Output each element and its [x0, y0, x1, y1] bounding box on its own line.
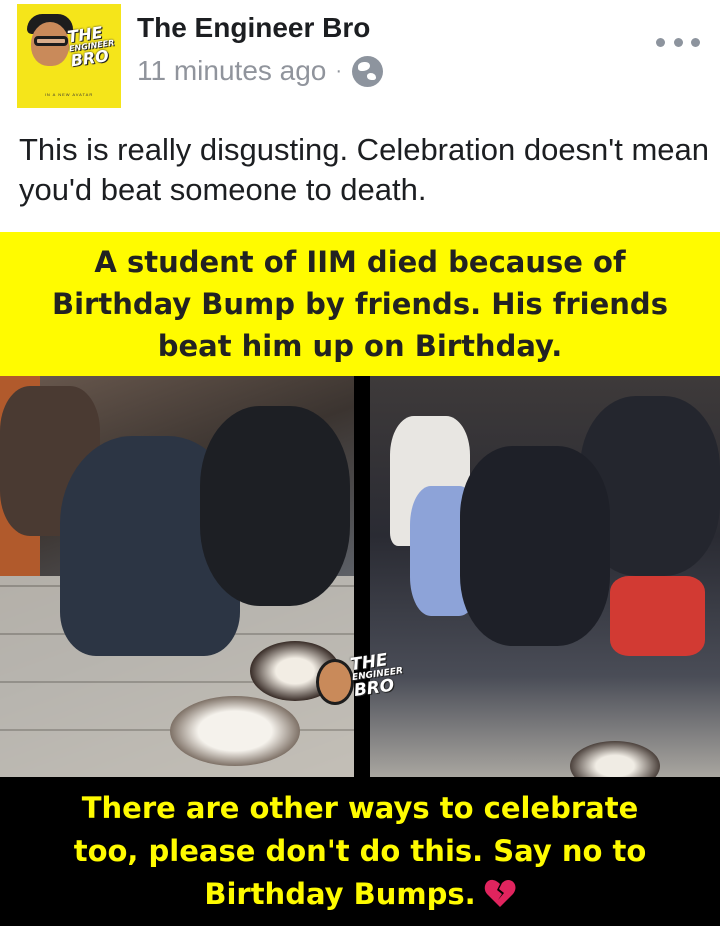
more-options-icon [673, 37, 683, 47]
image-top-caption: A student of IIM died because of Birthda… [52, 245, 668, 363]
image-top-caption-banner: A student of IIM died because of Birthda… [0, 232, 720, 376]
post-text: This is really disgusting. Celebration d… [19, 132, 709, 207]
post-header: THE ENGINEER BRO IN A NEW AVATAR The Eng… [0, 0, 720, 118]
watermark-text: THE ENGINEER BRO [349, 649, 414, 701]
post-timestamp[interactable]: 11 minutes ago [137, 55, 326, 87]
image-bottom-caption-wrapper: There are other ways to celebrate too, p… [74, 787, 647, 916]
meta-separator: · [335, 59, 343, 82]
photo-right-panel [370, 376, 720, 777]
watermark-face [316, 659, 354, 705]
engineer-bro-watermark-logo: THE ENGINEER BRO [316, 650, 408, 719]
avatar-logo-line3: BRO [69, 46, 110, 71]
post-meta: 11 minutes ago · [137, 54, 384, 88]
cake-on-floor [570, 741, 660, 777]
post-image[interactable]: A student of IIM died because of Birthda… [0, 232, 720, 926]
broken-heart-icon [484, 879, 516, 907]
crowd-figure [200, 406, 350, 606]
page-name-link[interactable]: The Engineer Bro [137, 12, 370, 44]
image-bottom-caption: There are other ways to celebrate too, p… [73, 791, 647, 911]
page-avatar[interactable]: THE ENGINEER BRO IN A NEW AVATAR [17, 4, 121, 108]
more-options-icon [656, 37, 665, 47]
avatar-tagline: IN A NEW AVATAR [44, 92, 94, 97]
photo-left-panel [0, 376, 354, 777]
avatar-logo-text: THE ENGINEER BRO [66, 23, 121, 70]
globe-icon[interactable] [352, 55, 384, 87]
more-options-icon [691, 37, 700, 47]
person-red-shorts [610, 576, 705, 656]
person-dark-shirt [460, 446, 610, 646]
image-photo-area: THE ENGINEER BRO [0, 376, 720, 777]
cake-on-floor [170, 696, 300, 766]
more-options-button[interactable] [656, 28, 700, 56]
avatar-glasses [34, 36, 68, 46]
image-bottom-caption-banner: There are other ways to celebrate too, p… [0, 777, 720, 926]
